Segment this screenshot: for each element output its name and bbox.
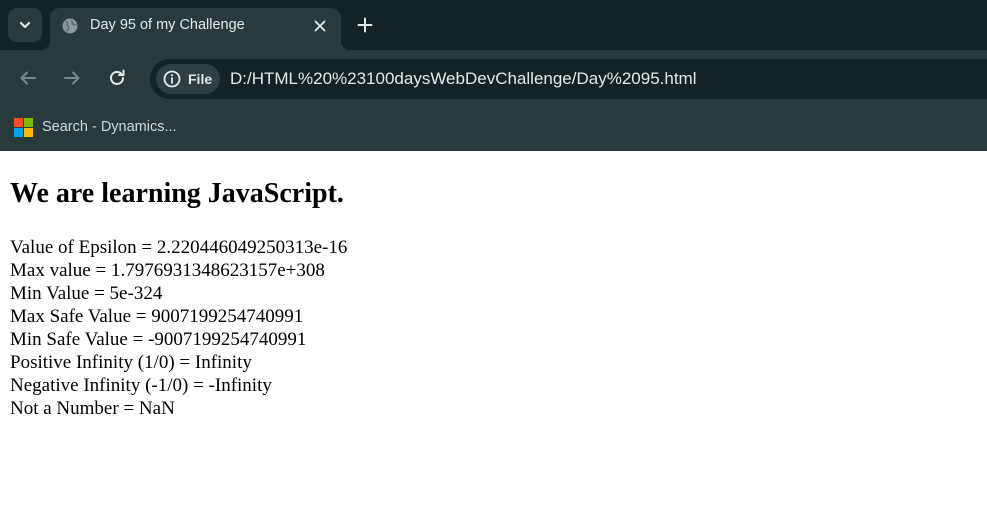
site-info-chip[interactable]: File <box>156 64 220 94</box>
back-button[interactable] <box>16 66 40 90</box>
browser-toolbar: File D:/HTML%20%23100daysWebDevChallenge… <box>0 50 987 108</box>
close-icon <box>314 20 326 32</box>
page-content: We are learning JavaScript. Value of Eps… <box>0 151 987 507</box>
tab-search-button[interactable] <box>8 8 42 42</box>
bookmarks-bar: Search - Dynamics... <box>0 108 987 151</box>
info-icon <box>163 70 181 88</box>
site-info-label: File <box>188 71 213 87</box>
positive-infinity-line: Positive Infinity (1/0) = Infinity <box>10 352 252 373</box>
chevron-down-icon <box>19 21 31 29</box>
bookmark-label: Search - Dynamics... <box>42 119 177 135</box>
tab-close-button[interactable] <box>311 17 329 35</box>
reload-icon <box>110 69 125 85</box>
new-tab-button[interactable] <box>354 14 376 36</box>
max-value-line: Max value = 1.7976931348623157e+308 <box>10 260 325 281</box>
bookmark-item[interactable]: Search - Dynamics... <box>14 115 177 139</box>
url-text[interactable]: D:/HTML%20%23100daysWebDevChallenge/Day%… <box>230 69 697 89</box>
max-safe-value-line: Max Safe Value = 9007199254740991 <box>10 306 304 327</box>
globe-icon <box>62 18 78 34</box>
active-tab[interactable]: Day 95 of my Challenge <box>40 8 351 50</box>
reload-button[interactable] <box>105 66 129 90</box>
forward-button[interactable] <box>60 66 84 90</box>
page-heading: We are learning JavaScript. <box>10 178 344 209</box>
negative-infinity-line: Negative Infinity (-1/0) = -Infinity <box>10 375 272 396</box>
min-value-line: Min Value = 5e-324 <box>10 283 163 304</box>
nan-line: Not a Number = NaN <box>10 398 175 419</box>
tab-strip: Day 95 of my Challenge <box>0 0 987 50</box>
back-arrow-icon <box>20 71 36 85</box>
forward-arrow-icon <box>64 71 80 85</box>
microsoft-logo-icon <box>14 117 33 137</box>
tab-title: Day 95 of my Challenge <box>90 17 245 33</box>
output-lines: Value of Epsilon = 2.220446049250313e-16… <box>10 236 347 420</box>
address-bar[interactable]: File D:/HTML%20%23100daysWebDevChallenge… <box>150 59 987 99</box>
plus-icon <box>357 17 373 33</box>
min-safe-value-line: Min Safe Value = -9007199254740991 <box>10 329 307 350</box>
epsilon-line: Value of Epsilon = 2.220446049250313e-16 <box>10 237 348 258</box>
